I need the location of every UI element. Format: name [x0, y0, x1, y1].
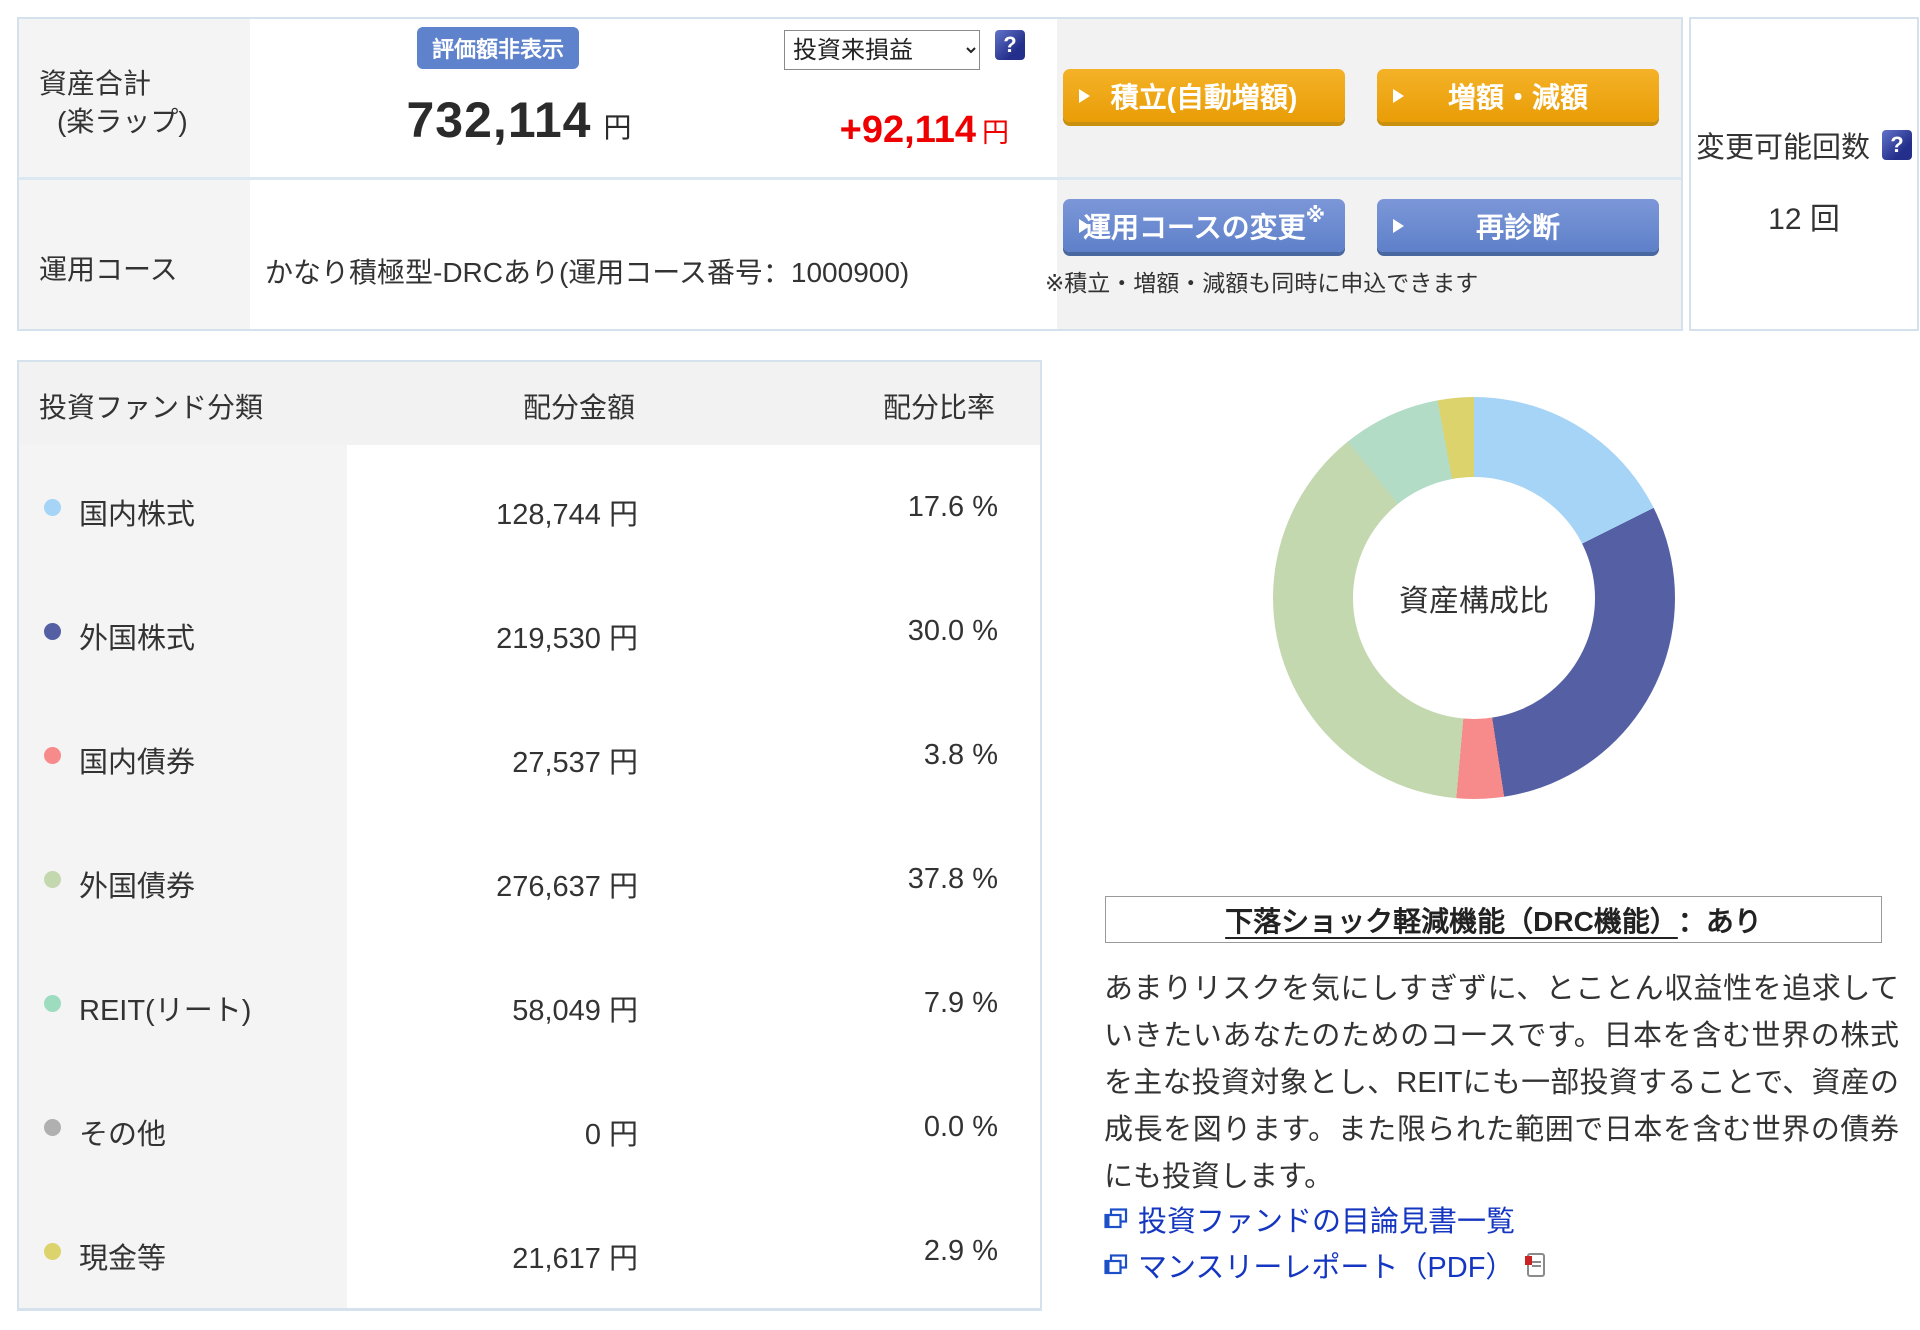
allocation-amount: 276,637 円 [496, 871, 638, 903]
pl-period-select[interactable]: 投資来損益 [784, 30, 980, 70]
total-asset-value: 732,114 [406, 92, 592, 148]
allocation-table: 投資ファンド分類 配分金額 配分比率 国内株式 128,744 円 17.6 % 外国… [17, 360, 1042, 1311]
hide-valuation-badge[interactable]: 評価額非表示 [417, 27, 580, 69]
allocation-table-body: 国内株式 128,744 円 17.6 % 外国株式 219,530 円 30.0 % 国内… [19, 445, 1040, 1308]
profit-unit: 円 [982, 118, 1009, 148]
category-color-dot [44, 995, 61, 1012]
change-count-help-icon[interactable]: ? [1882, 130, 1912, 160]
category-label: REIT(リート) [79, 995, 252, 1027]
monthly-report-link-label: マンスリーレポート（PDF） [1138, 1252, 1515, 1284]
total-asset-unit: 円 [603, 112, 632, 143]
change-count-value: 12 回 [1768, 203, 1840, 236]
table-row: 国内債券 27,537 円 3.8 % [19, 693, 1040, 817]
arrow-icon [1079, 88, 1090, 103]
donut-hole: 資産構成比 [1353, 477, 1595, 719]
asset-summary-panel: 資産合計 (楽ラップ) 評価額非表示 732,114 円 投資来損益 ? +92… [17, 17, 1683, 331]
profit-amount: +92,114 円 [709, 109, 1009, 152]
allocation-ratio: 3.8 % [923, 739, 998, 771]
asset-total-label-line1: 資産合計 [39, 68, 152, 99]
allocation-amount: 128,744 円 [496, 499, 638, 531]
course-row-label: 運用コース [39, 254, 178, 285]
category-label: 外国株式 [79, 623, 196, 655]
category-label: その他 [79, 1119, 167, 1151]
header-category: 投資ファンド分類 [39, 392, 264, 423]
allocation-ratio: 2.9 % [923, 1235, 998, 1267]
course-value: かなり積極型-DRCあり(運用コース番号：1000900) [265, 257, 910, 288]
category-color-dot [44, 871, 61, 888]
zougaku-gengaku-button-label: 増額・減額 [1447, 81, 1588, 113]
allocation-amount: 219,530 円 [496, 623, 638, 655]
category-color-dot [44, 747, 61, 764]
tsumitate-button-label: 積立(自動増額) [1110, 81, 1298, 113]
rediagnosis-button-label: 再診断 [1475, 211, 1560, 243]
table-row: 外国債券 276,637 円 37.8 % [19, 817, 1040, 941]
category-label: 国内株式 [79, 499, 196, 531]
change-count-label: 変更可能回数 [1695, 132, 1870, 164]
header-ratio: 配分比率 [882, 392, 995, 423]
category-label: 外国債券 [79, 871, 196, 903]
allocation-table-header: 投資ファンド分類 配分金額 配分比率 [19, 362, 1040, 445]
asset-total-label: 資産合計 (楽ラップ) [39, 65, 188, 141]
change-count-panel: 変更可能回数 ? 12 回 [1689, 17, 1919, 331]
course-change-button-label: 運用コースの変更 [1082, 211, 1306, 243]
table-row: 国内株式 128,744 円 17.6 % [19, 445, 1040, 569]
allocation-ratio: 37.8 % [907, 863, 998, 895]
course-change-asterisk: ※ [1305, 205, 1326, 227]
prospectus-link[interactable]: 投資ファンドの目論見書一覧 [1104, 1198, 1515, 1240]
course-note: ※積立・増額・減額も同時に申込できます [1045, 270, 1479, 296]
window-icon [1104, 1254, 1128, 1275]
category-color-dot [44, 1119, 61, 1136]
table-row: その他 0 円 0.0 % [19, 1065, 1040, 1189]
allocation-amount: 58,049 円 [512, 995, 638, 1027]
category-label: 現金等 [79, 1243, 167, 1275]
drc-feature-title: 下落ショック軽減機能（DRC機能） [1225, 905, 1678, 937]
allocation-ratio: 0.0 % [923, 1111, 998, 1143]
row-divider [19, 177, 1681, 180]
drc-feature-box: 下落ショック軽減機能（DRC機能） ：あり [1105, 896, 1882, 943]
table-row: 現金等 21,617 円 2.9 % [19, 1189, 1040, 1313]
rediagnosis-button[interactable]: 再診断 [1377, 199, 1659, 252]
tsumitate-button[interactable]: 積立(自動増額) [1063, 69, 1345, 122]
asset-composition-donut-chart: 資産構成比 [1273, 397, 1675, 799]
category-color-dot [44, 499, 61, 516]
course-change-button[interactable]: 運用コースの変更 ※ [1063, 199, 1345, 252]
allocation-ratio: 17.6 % [907, 491, 998, 523]
total-asset-amount: 732,114 円 [319, 91, 719, 149]
table-row: 外国株式 219,530 円 30.0 % [19, 569, 1040, 693]
course-description: あまりリスクを気にしすぎずに、とことん収益性を追求していきたいあなたのためのコー… [1104, 973, 1899, 1193]
drc-feature-status: ：あり [1677, 905, 1762, 937]
category-label: 国内債券 [79, 747, 196, 779]
allocation-amount: 27,537 円 [512, 747, 638, 779]
table-row: REIT(リート) 58,049 円 7.9 % [19, 941, 1040, 1065]
window-icon [1104, 1208, 1128, 1229]
zougaku-gengaku-button[interactable]: 増額・減額 [1377, 69, 1659, 122]
category-color-dot [44, 623, 61, 640]
pdf-icon [1525, 1253, 1546, 1277]
pl-help-icon[interactable]: ? [995, 30, 1025, 60]
profit-value: +92,114 [839, 109, 976, 151]
asset-total-label-line2: (楽ラップ) [57, 106, 188, 137]
allocation-amount: 21,617 円 [512, 1243, 638, 1275]
monthly-report-link[interactable]: マンスリーレポート（PDF） [1104, 1244, 1546, 1286]
prospectus-link-label: 投資ファンドの目論見書一覧 [1138, 1206, 1516, 1238]
allocation-ratio: 30.0 % [907, 615, 998, 647]
arrow-icon [1393, 88, 1404, 103]
category-color-dot [44, 1243, 61, 1260]
arrow-icon [1393, 218, 1404, 233]
arrow-icon [1079, 218, 1090, 233]
allocation-amount: 0 円 [584, 1119, 638, 1151]
allocation-ratio: 7.9 % [923, 987, 998, 1019]
header-amount: 配分金額 [522, 392, 635, 423]
donut-chart-title: 資産構成比 [1399, 585, 1549, 618]
